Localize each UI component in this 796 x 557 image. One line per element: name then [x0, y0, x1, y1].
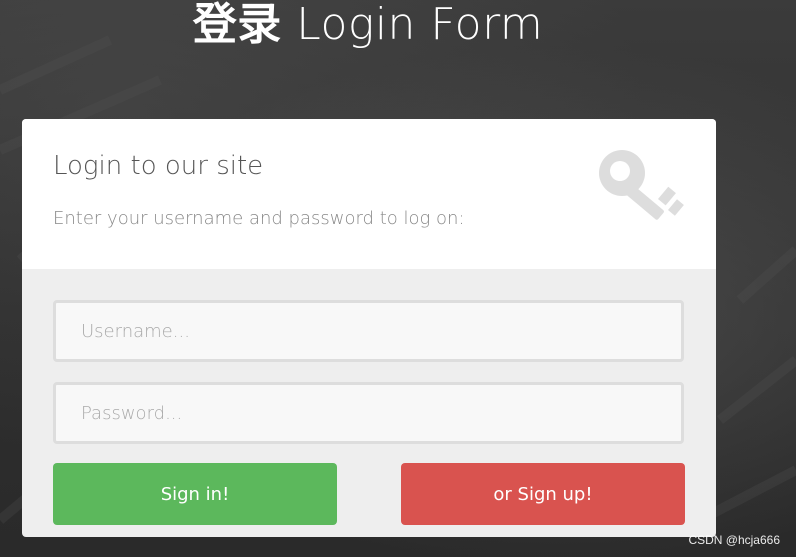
- card-heading: Login to our site: [53, 151, 264, 181]
- key-icon: [599, 150, 684, 220]
- page-title: 登录 Login Form: [0, 0, 736, 52]
- login-card-header: Login to our site Enter your username an…: [22, 119, 716, 269]
- page-title-cn: 登录: [192, 0, 282, 50]
- password-input[interactable]: [53, 382, 684, 444]
- sign-in-button[interactable]: Sign in!: [53, 463, 337, 525]
- page-title-en: Login Form: [296, 0, 544, 50]
- username-input[interactable]: [53, 300, 684, 362]
- card-subtitle: Enter your username and password to log …: [53, 208, 465, 229]
- watermark: CSDN @hcja666: [688, 533, 780, 547]
- login-form: Sign in! or Sign up!: [22, 269, 716, 537]
- login-card: Login to our site Enter your username an…: [22, 119, 716, 537]
- sign-up-button[interactable]: or Sign up!: [401, 463, 685, 525]
